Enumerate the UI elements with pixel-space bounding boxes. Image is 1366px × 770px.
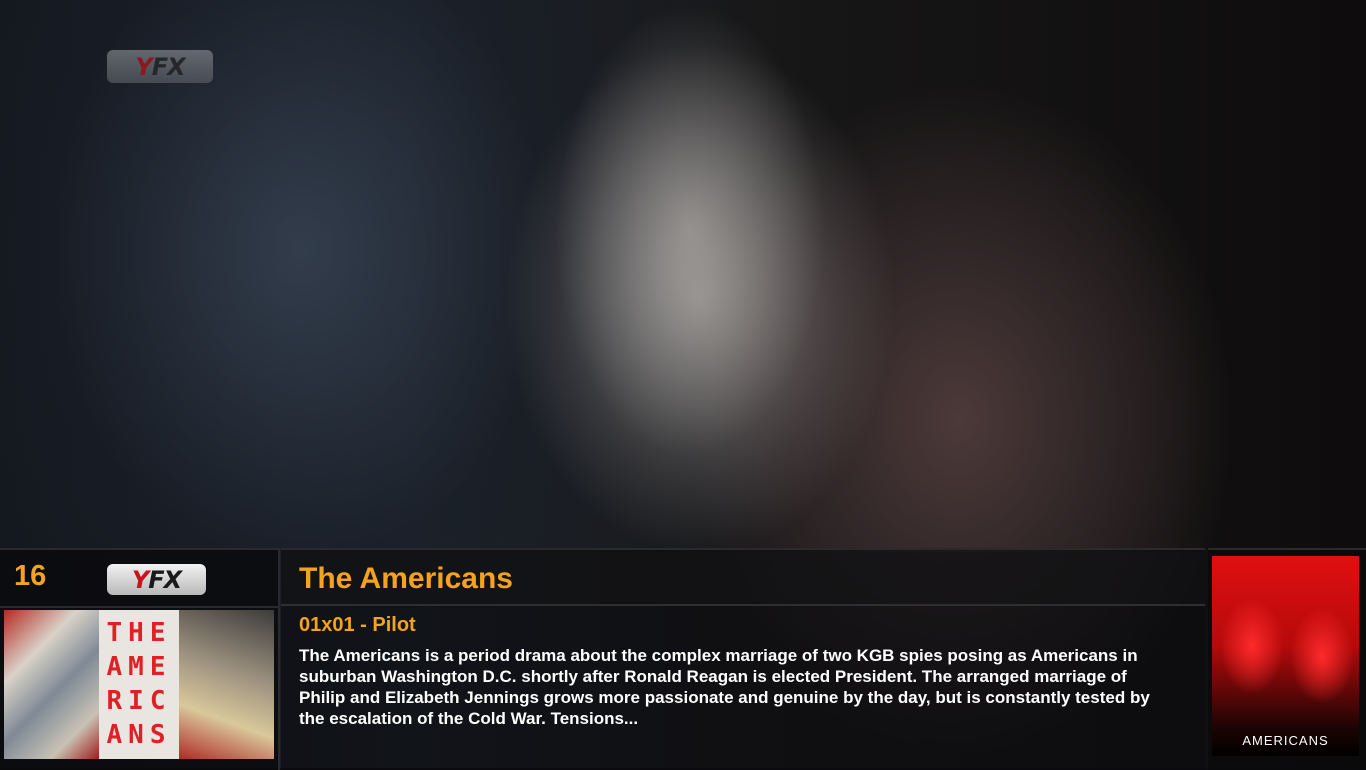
banner-face-right: [179, 610, 274, 759]
plot-description: The Americans is a period drama about th…: [299, 646, 1150, 728]
show-banner-art: THE AME RIC ANS: [4, 610, 274, 759]
program-details: The Americans 01x01 - Pilot The American…: [281, 548, 1205, 770]
video-highlight: [540, 0, 900, 560]
poster-title: AMERICANS: [1242, 733, 1329, 748]
channel-row: 16 YFX: [0, 552, 278, 608]
banner-face-left: [4, 610, 99, 759]
show-title: The Americans: [299, 562, 513, 595]
channel-info-panel: 16 YFX THE AME RIC ANS The Americans 01x…: [0, 548, 1366, 770]
title-row: The Americans: [281, 552, 1205, 606]
episode-title: 01x01 - Pilot: [299, 614, 416, 636]
banner-title-letters: THE AME RIC ANS: [106, 618, 172, 750]
channel-logo: YFX: [107, 564, 206, 595]
poster-column: AMERICANS: [1208, 548, 1366, 770]
show-poster: AMERICANS: [1212, 556, 1359, 756]
channel-column: 16 YFX THE AME RIC ANS: [0, 548, 280, 770]
channel-number: 16: [14, 560, 47, 592]
network-watermark-logo: YFX: [107, 50, 213, 83]
